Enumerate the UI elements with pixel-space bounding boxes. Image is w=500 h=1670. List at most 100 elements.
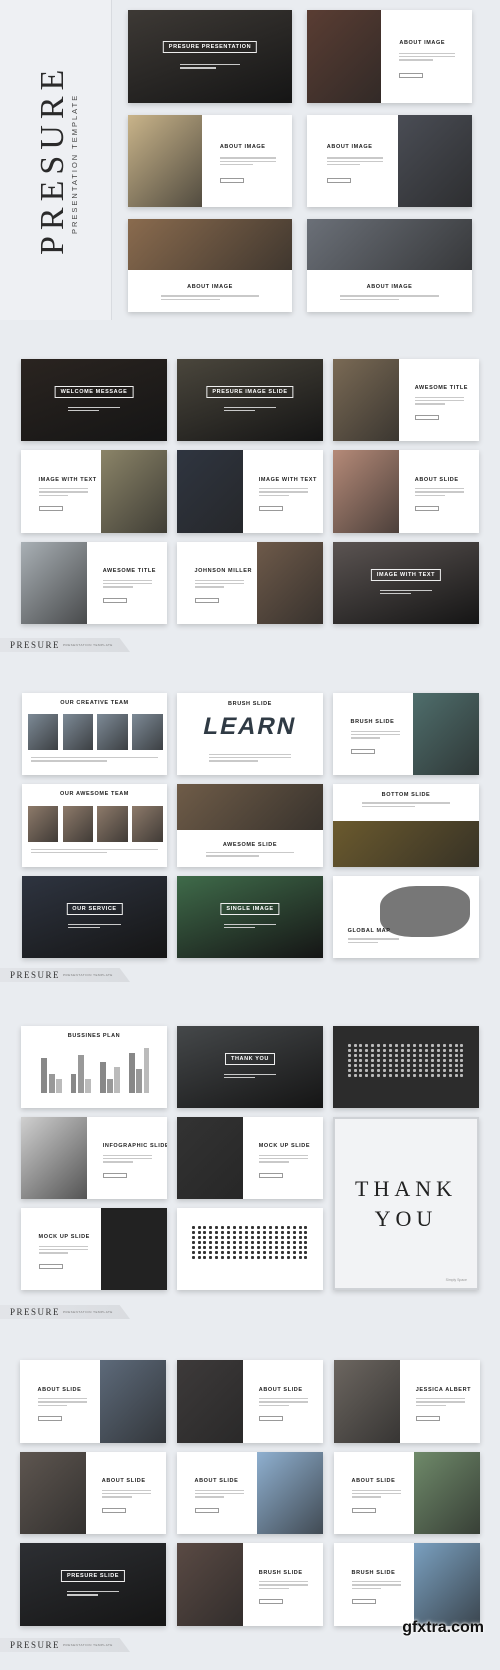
slide-awesome-slide[interactable]: AWESOME SLIDE: [177, 784, 323, 867]
slide-image-with-text[interactable]: IMAGE WITH TEXT: [333, 542, 479, 624]
icon: [191, 1256, 195, 1260]
icon: [304, 1241, 308, 1245]
read-more-button[interactable]: [38, 1263, 63, 1269]
slide-title: ABOUT SLIDE: [414, 476, 459, 483]
slide-about-slide[interactable]: ABOUT SLIDE: [20, 1360, 166, 1443]
read-more-button[interactable]: [38, 506, 63, 512]
text-lines: [351, 1489, 402, 1500]
slide-about-image[interactable]: ABOUT IMAGE: [128, 219, 292, 312]
slide-photo: [177, 1543, 243, 1626]
slide-about-slide[interactable]: ABOUT SLIDE: [20, 1452, 166, 1534]
icon: [377, 1064, 381, 1068]
section-footer: PRESURE PRESENTATION TEMPLATE: [0, 1305, 130, 1319]
read-more-button[interactable]: [414, 414, 439, 420]
icon: [436, 1049, 440, 1053]
slide-about-slide[interactable]: ABOUT SLIDE: [177, 1360, 323, 1443]
slide-about-image[interactable]: ABOUT IMAGE: [307, 115, 472, 207]
read-more-button[interactable]: [101, 1507, 126, 1513]
slide-presure-presentation[interactable]: PRESURE PRESENTATION: [128, 10, 292, 103]
text-line: [38, 1245, 89, 1248]
icon: [292, 1256, 296, 1260]
read-more-button[interactable]: [258, 506, 283, 512]
slide-awesome-title[interactable]: AWESOME TITLE: [333, 359, 479, 441]
slide-welcome-message[interactable]: WELCOME MESSAGE: [21, 359, 167, 441]
slide-thank-you[interactable]: THANK YOU: [177, 1026, 323, 1108]
slide-about-image[interactable]: ABOUT IMAGE: [307, 219, 472, 312]
slide-global-map[interactable]: GLOBAL MAP: [333, 876, 479, 958]
slide-image-with-text[interactable]: IMAGE WITH TEXT: [177, 450, 323, 533]
text-line: [258, 1401, 309, 1403]
slide-about-slide[interactable]: ABOUT SLIDE: [177, 1452, 323, 1534]
slide-presure-slide[interactable]: PRESURE SLIDE: [20, 1543, 166, 1626]
read-more-button[interactable]: [351, 1507, 376, 1513]
read-more-button[interactable]: [414, 506, 439, 512]
read-more-button[interactable]: [326, 177, 351, 183]
slide-about-image[interactable]: ABOUT IMAGE: [128, 115, 292, 207]
slide-title: ABOUT IMAGE: [399, 39, 446, 46]
read-more-button[interactable]: [194, 597, 219, 603]
slide-image-with-text[interactable]: IMAGE WITH TEXT: [21, 450, 167, 533]
read-more-button[interactable]: [351, 1599, 376, 1605]
text-line: [351, 1584, 402, 1586]
text-line: [223, 409, 256, 412]
icon: [250, 1251, 254, 1255]
text-lines: [223, 923, 277, 931]
icon: [245, 1251, 249, 1255]
slide-brush-slide[interactable]: BRUSH SLIDE: [333, 693, 479, 775]
read-more-button[interactable]: [258, 1172, 283, 1178]
icon: [304, 1231, 308, 1235]
slide-about-slide[interactable]: ABOUT SLIDE: [333, 450, 479, 533]
text-lines: [326, 157, 383, 167]
slide-jessica-albert[interactable]: JESSICA ALBERT: [334, 1360, 480, 1443]
slide-infographic-slide[interactable]: INFOGRAPHIC SLIDE: [21, 1117, 167, 1199]
read-more-button[interactable]: [37, 1416, 62, 1422]
read-more-button[interactable]: [350, 748, 375, 754]
read-more-button[interactable]: [258, 1416, 283, 1422]
read-more-button[interactable]: [415, 1416, 440, 1422]
slide-icons-light[interactable]: [177, 1208, 323, 1290]
slide-title: WELCOME MESSAGE: [54, 385, 134, 398]
slide-mock-up-slide[interactable]: MOCK UP SLIDE: [177, 1117, 323, 1199]
text-lines: [362, 802, 450, 809]
icon: [215, 1256, 219, 1260]
read-more-button[interactable]: [258, 1599, 283, 1605]
slide-photo: [257, 542, 323, 624]
slide-mock-up-slide[interactable]: MOCK UP SLIDE: [21, 1208, 167, 1290]
slide-brush-slide[interactable]: BRUSH SLIDE: [177, 1543, 323, 1626]
slide-title: ABOUT IMAGE: [366, 284, 413, 291]
icon: [215, 1246, 219, 1250]
slide-johnson-miller[interactable]: JOHNSON MILLER: [177, 542, 323, 624]
slide-brush-slide[interactable]: BRUSH SLIDE: [334, 1543, 480, 1626]
read-more-button[interactable]: [399, 73, 424, 79]
slide-our-service[interactable]: OUR SERVICE: [22, 876, 167, 958]
icon: [395, 1069, 399, 1073]
slide-about-slide[interactable]: ABOUT SLIDE: [334, 1452, 480, 1534]
icon: [262, 1251, 266, 1255]
slide-brush-slide[interactable]: BRUSH SLIDE LEARN: [177, 693, 323, 775]
icon: [245, 1231, 249, 1235]
slide-icons-dark[interactable]: [333, 1026, 479, 1108]
icon: [262, 1246, 266, 1250]
icon: [389, 1059, 393, 1063]
slide-single-image[interactable]: SINGLE IMAGE: [177, 876, 323, 958]
slide-bottom-slide[interactable]: BOTTOM SLIDE: [333, 784, 479, 867]
read-more-button[interactable]: [102, 1172, 127, 1178]
slide-presure-image-slide[interactable]: PRESURE IMAGE SLIDE: [177, 359, 323, 441]
icon: [245, 1241, 249, 1245]
slide-bussines-plan[interactable]: BUSSINES PLAN: [21, 1026, 167, 1108]
slide-thank-you[interactable]: THANK YOU Simply Space: [333, 1117, 479, 1290]
slide-our-creative-team[interactable]: OUR CREATIVE TEAM: [22, 693, 167, 775]
slide-awesome-title[interactable]: AWESOME TITLE: [21, 542, 167, 624]
slide-about-image[interactable]: ABOUT IMAGE: [307, 10, 472, 103]
read-more-button[interactable]: [219, 177, 244, 183]
read-more-button[interactable]: [194, 1507, 219, 1513]
read-more-button[interactable]: [102, 597, 127, 603]
slide-our-awesome-team[interactable]: OUR AWESOME TEAM: [22, 784, 167, 867]
text-line: [102, 1154, 153, 1157]
section-3: OUR CREATIVE TEAM BRUSH SLIDE LEARN BRUSH S…: [0, 672, 500, 1002]
icon: [424, 1054, 428, 1058]
icon: [424, 1044, 428, 1048]
text-lines: [223, 1073, 277, 1081]
text-line: [414, 396, 465, 399]
icon: [191, 1246, 195, 1250]
